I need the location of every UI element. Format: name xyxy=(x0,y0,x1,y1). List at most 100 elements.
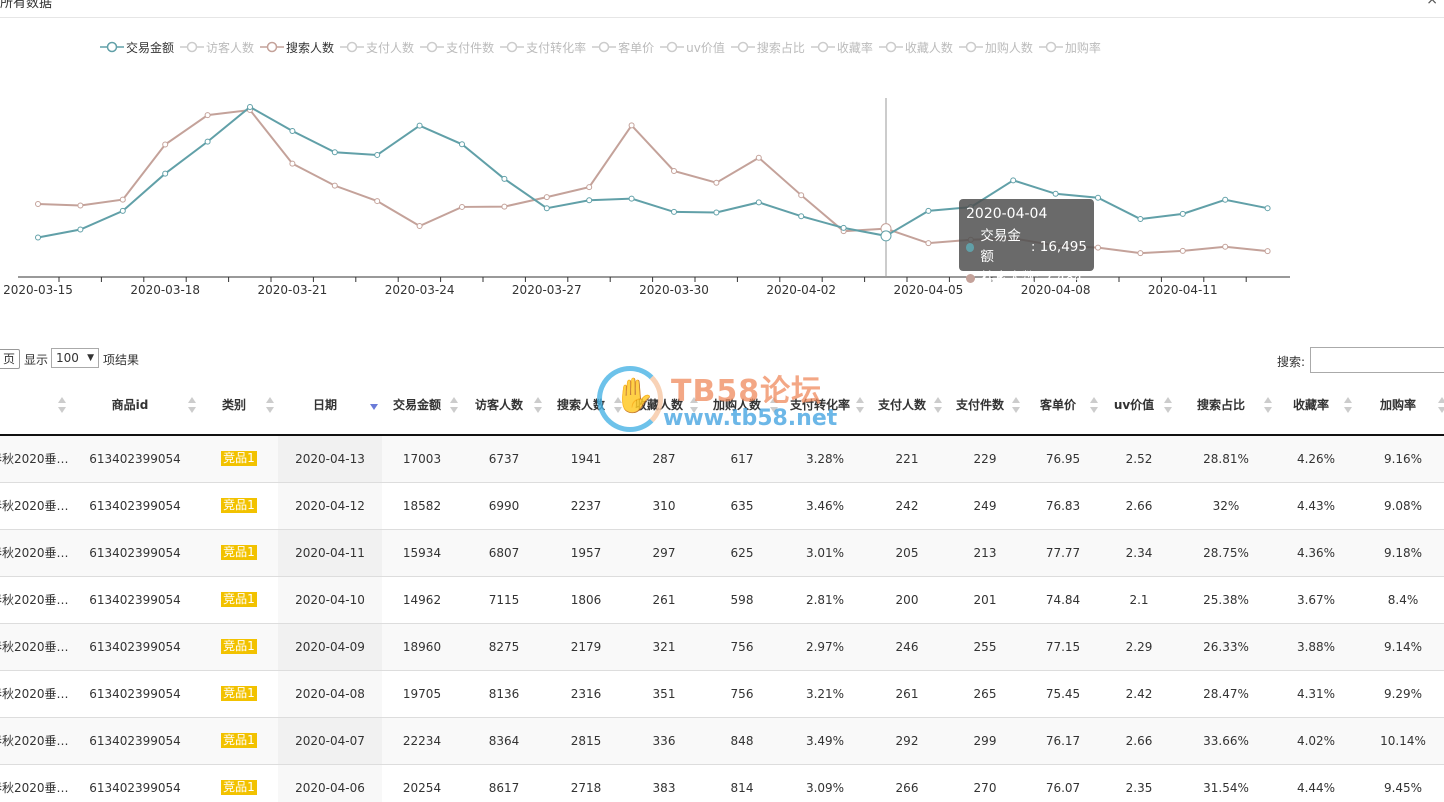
table-row[interactable]: 春秋2020垂…613402399054 竞品1 2020-04-131700367… xyxy=(0,434,1444,482)
table-cell: 613402399054 xyxy=(70,575,200,623)
legend-line-icon xyxy=(340,41,365,53)
page-length-select[interactable]: 100 ▼ xyxy=(51,348,99,368)
trade-amount-series-point xyxy=(628,195,635,202)
sort-icon xyxy=(934,396,942,413)
legend-item[interactable]: 搜索占比 xyxy=(730,39,805,56)
table-cell: 春秋2020垂… xyxy=(0,716,70,764)
tooltip-label-2: 搜索人数 xyxy=(981,270,1035,286)
legend-item[interactable]: 收藏人数 xyxy=(878,39,953,56)
legend-line-icon xyxy=(420,41,445,53)
table-cell: 2.35 xyxy=(1102,763,1176,802)
column-header[interactable]: 商品id xyxy=(70,375,200,436)
table-row[interactable]: 春秋2020垂…613402399054 竞品1 2020-04-072223483… xyxy=(0,716,1444,764)
trade-amount-series-point xyxy=(1137,216,1144,223)
table-cell: 246 xyxy=(868,622,946,670)
legend-line-icon xyxy=(878,41,903,53)
search-count-series-point xyxy=(1264,248,1271,255)
table-row[interactable]: 春秋2020垂…613402399054 竞品1 2020-04-101496271… xyxy=(0,575,1444,623)
column-header-label: uv价值 xyxy=(1113,397,1155,412)
table-cell: 299 xyxy=(946,716,1024,764)
table-row[interactable]: 春秋2020垂…613402399054 竞品1 2020-04-111593468… xyxy=(0,528,1444,576)
category-badge: 竞品1 xyxy=(221,686,257,701)
column-header[interactable]: 支付件数 xyxy=(946,375,1024,436)
table-cell: 613402399054 xyxy=(70,434,200,482)
table-row[interactable]: 春秋2020垂…613402399054 竞品1 2020-04-062025486… xyxy=(0,763,1444,802)
legend-item[interactable]: 加购率 xyxy=(1038,39,1101,56)
table-cell: 春秋2020垂… xyxy=(0,763,70,802)
table-cell: 265 xyxy=(946,669,1024,717)
sort-icon xyxy=(534,396,542,413)
column-header[interactable]: 加购率 xyxy=(1356,375,1444,436)
trade-amount-series-point xyxy=(798,213,805,220)
column-header[interactable]: 交易金额 xyxy=(382,375,462,436)
column-header-label: 收藏人数 xyxy=(634,397,683,412)
column-header[interactable]: 搜索人数 xyxy=(546,375,626,436)
column-header[interactable]: 收藏人数 xyxy=(626,375,702,436)
table-cell: 8364 xyxy=(462,716,546,764)
x-tick-label: 2020-04-05 xyxy=(894,283,964,297)
column-header-label: 搜索占比 xyxy=(1196,397,1245,412)
column-header[interactable]: 支付转化率 xyxy=(782,375,868,436)
table-cell: 竞品1 xyxy=(200,575,278,623)
table-cell: 2.34 xyxy=(1102,528,1176,576)
column-header[interactable]: 客单价 xyxy=(1024,375,1102,436)
column-header[interactable]: 收藏率 xyxy=(1276,375,1356,436)
column-header[interactable]: 类别 xyxy=(200,375,278,436)
table-cell: 261 xyxy=(868,669,946,717)
column-header[interactable] xyxy=(0,375,70,436)
legend-item[interactable]: 加购人数 xyxy=(958,39,1033,56)
close-icon[interactable]: × xyxy=(1426,0,1438,8)
page-button[interactable]: 页 xyxy=(0,349,20,369)
legend-item[interactable]: 交易金额 xyxy=(100,39,174,56)
table-cell: 201 xyxy=(946,575,1024,623)
table-cell: 春秋2020垂… xyxy=(0,434,70,482)
table-cell: 77.15 xyxy=(1024,622,1102,670)
table-cell: 3.21% xyxy=(782,669,868,717)
column-header[interactable]: 日期 xyxy=(278,375,382,436)
table-cell: 205 xyxy=(868,528,946,576)
table-row[interactable]: 春秋2020垂…613402399054 竞品1 2020-04-081970581… xyxy=(0,669,1444,717)
legend-item[interactable]: 支付件数 xyxy=(420,39,494,56)
column-header-label: 商品id xyxy=(111,397,149,412)
legend-item[interactable]: 客单价 xyxy=(592,39,654,56)
table-cell: 14962 xyxy=(382,575,462,623)
legend-item[interactable]: 收藏率 xyxy=(810,39,873,56)
table-cell: 2020-04-11 xyxy=(278,528,382,576)
legend-line-icon xyxy=(958,41,983,53)
table-cell: 竞品1 xyxy=(200,763,278,802)
legend-item[interactable]: 支付转化率 xyxy=(500,39,586,56)
column-header[interactable]: 加购人数 xyxy=(702,375,782,436)
table-cell: 22234 xyxy=(382,716,462,764)
column-header[interactable]: 支付人数 xyxy=(868,375,946,436)
category-badge: 竞品1 xyxy=(221,451,257,467)
search-input[interactable] xyxy=(1310,347,1444,373)
table-cell: 4.43% xyxy=(1276,481,1356,529)
table-cell: 2179 xyxy=(546,622,626,670)
table-cell: 77.77 xyxy=(1024,528,1102,576)
table-cell: 4.44% xyxy=(1276,763,1356,802)
table-cell: 351 xyxy=(626,669,702,717)
column-header[interactable]: 访客人数 xyxy=(462,375,546,436)
search-count-series-point xyxy=(374,198,381,205)
column-header[interactable]: 搜索占比 xyxy=(1176,375,1276,436)
column-header-label: 支付转化率 xyxy=(789,397,850,412)
table-row[interactable]: 春秋2020垂…613402399054 竞品1 2020-04-121858269… xyxy=(0,481,1444,529)
legend-item[interactable]: 访客人数 xyxy=(180,39,254,56)
trade-amount-series-point xyxy=(586,197,593,204)
tooltip-date: 2020-04-04 xyxy=(966,206,1048,222)
column-header-label: 支付人数 xyxy=(877,397,926,412)
search-count-series-point xyxy=(628,122,635,129)
table-row[interactable]: 春秋2020垂…613402399054 竞品1 2020-04-091896082… xyxy=(0,622,1444,670)
table-cell: 2.1 xyxy=(1102,575,1176,623)
legend-item[interactable]: 搜索人数 xyxy=(260,39,334,56)
table-cell: 10.14% xyxy=(1356,716,1444,764)
table-cell: 8.4% xyxy=(1356,575,1444,623)
table-cell: 1957 xyxy=(546,528,626,576)
table-cell: 9.14% xyxy=(1356,622,1444,670)
legend-item[interactable]: uv价值 xyxy=(660,39,725,56)
table-cell: 4.31% xyxy=(1276,669,1356,717)
column-header[interactable]: uv价值 xyxy=(1102,375,1176,436)
legend-item[interactable]: 支付人数 xyxy=(340,39,414,56)
table-header-row: 商品id 类别 日期 交易金额 访客人数 搜索人数 收藏人数 加购人数 支付转化率 支付人数 支付件… xyxy=(0,375,1444,436)
sort-icon xyxy=(614,396,622,413)
